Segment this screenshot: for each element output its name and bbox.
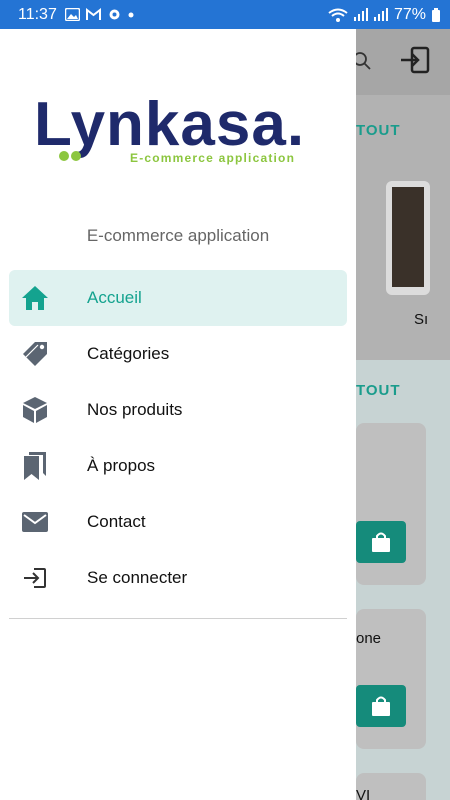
add-to-cart-button-2[interactable] xyxy=(356,685,406,727)
battery-percent: 77% xyxy=(393,5,426,23)
signal-icon xyxy=(353,8,368,21)
gear-icon xyxy=(109,9,120,20)
battery-icon xyxy=(432,7,440,22)
status-time: 11:37 xyxy=(18,5,57,23)
tag-icon xyxy=(21,340,49,368)
logo-cart-wheel xyxy=(59,151,69,161)
menu-item-nos-produits[interactable]: Nos produits xyxy=(9,382,347,438)
drawer-subtitle: E-commerce application xyxy=(86,226,270,245)
wifi-icon xyxy=(328,8,348,22)
notification-icons xyxy=(64,8,134,21)
menu-item-label: Catégories xyxy=(87,344,170,363)
status-bar: 11:37 77% xyxy=(0,0,450,29)
box-icon xyxy=(21,396,49,424)
dot-icon xyxy=(128,12,134,17)
menu-item-label: Contact xyxy=(87,512,146,531)
menu-item-label: Se connecter xyxy=(87,568,188,587)
login-icon[interactable] xyxy=(400,46,430,74)
logo-cart-wheel xyxy=(71,151,81,161)
menu-item-contact[interactable]: Contact xyxy=(9,494,347,550)
logo-tagline: E-commerce application xyxy=(130,151,296,165)
brand-logo: Lynkasa. E-commerce application xyxy=(28,89,344,169)
add-to-cart-button-1[interactable] xyxy=(356,521,406,563)
product-card-name: one xyxy=(356,630,382,647)
bookmarks-icon xyxy=(21,452,49,480)
signal-icon-2 xyxy=(373,8,388,21)
product-card-3-text: VI xyxy=(356,787,371,800)
drawer-divider xyxy=(9,618,347,619)
envelope-icon xyxy=(21,508,49,536)
see-all-link-1[interactable]: TOUT xyxy=(356,122,401,139)
navigation-drawer: Lynkasa. E-commerce application E-commer… xyxy=(0,29,356,800)
logo-wordmark: Lynkasa. xyxy=(34,90,306,159)
see-all-link-2[interactable]: TOUT xyxy=(356,382,401,399)
shopping-bag-icon xyxy=(372,532,390,552)
product-image[interactable] xyxy=(386,181,430,295)
home-icon xyxy=(21,284,49,312)
menu-item-label: Accueil xyxy=(87,288,142,307)
menu-item-label: À propos xyxy=(87,456,156,475)
menu-item-accueil[interactable]: Accueil xyxy=(9,270,347,326)
gmail-icon xyxy=(85,8,101,20)
login-icon xyxy=(21,564,49,592)
drawer-menu: Accueil Catégories Nos produits À propos… xyxy=(0,270,356,606)
image-icon xyxy=(64,8,80,21)
menu-item-categories[interactable]: Catégories xyxy=(9,326,347,382)
product-label: Sı xyxy=(414,311,429,328)
menu-item-se-connecter[interactable]: Se connecter xyxy=(9,550,347,606)
menu-item-a-propos[interactable]: À propos xyxy=(9,438,347,494)
menu-item-label: Nos produits xyxy=(87,400,183,419)
shopping-bag-icon xyxy=(372,696,390,716)
